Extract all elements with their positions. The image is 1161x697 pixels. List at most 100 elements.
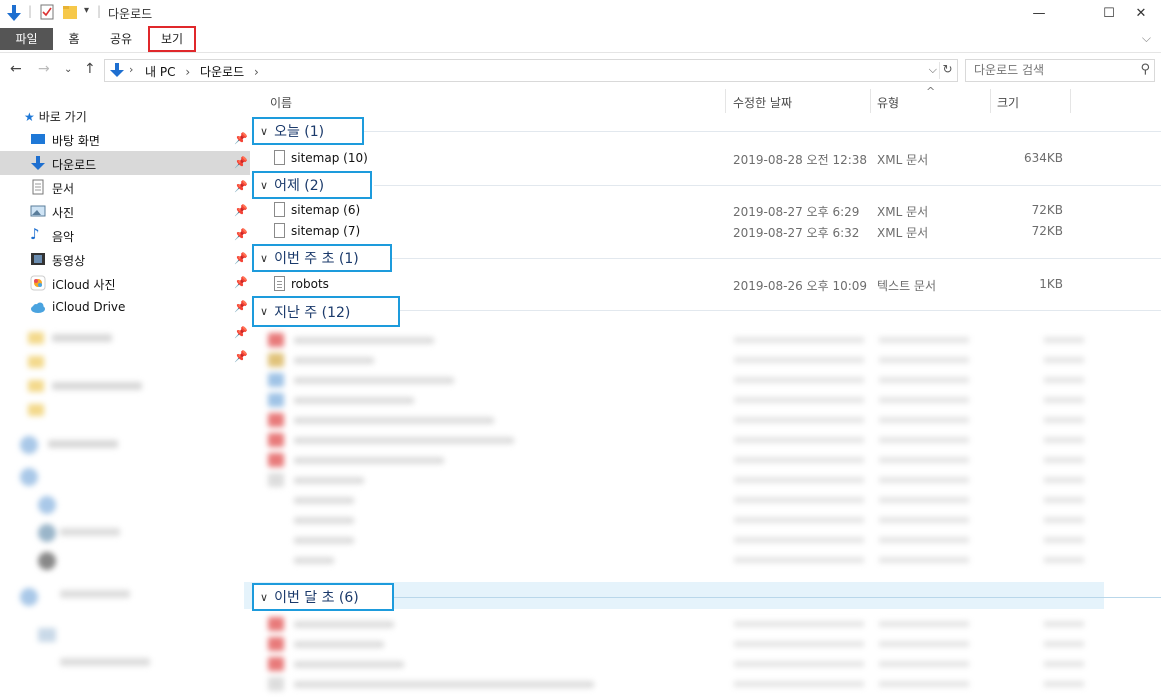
refresh-icon[interactable]: ↻ [939, 62, 955, 79]
sidebar-item-desktop[interactable]: 바탕 화면 📌 [0, 127, 250, 151]
sidebar-item-label: 문서 [52, 182, 75, 196]
breadcrumb-chevron-icon[interactable]: › [129, 63, 133, 76]
column-separator[interactable] [870, 89, 871, 113]
search-input[interactable] [974, 63, 1134, 77]
column-separator[interactable] [990, 89, 991, 113]
sidebar-item-downloads[interactable]: 다운로드 📌 [0, 151, 250, 175]
file-date: 2019-08-26 오후 10:09 [733, 279, 868, 293]
breadcrumb-this-pc[interactable]: 내 PC [145, 65, 175, 79]
sidebar-item-label: 음악 [52, 230, 75, 244]
sidebar-item-pictures[interactable]: 사진 📌 [0, 199, 250, 223]
column-separator[interactable] [1070, 89, 1071, 113]
pin-icon[interactable]: 📌 [234, 228, 248, 241]
blurred-file-rows [264, 615, 1104, 697]
file-date: 2019-08-27 오후 6:29 [733, 205, 860, 219]
column-header-date[interactable]: 수정한 날짜 [733, 94, 792, 111]
breadcrumb-chevron-icon[interactable]: › [185, 65, 190, 79]
blurred-file-rows [264, 331, 1104, 581]
breadcrumb-chevron-icon[interactable]: › [254, 65, 259, 79]
group-title: 어제 (2) [274, 178, 325, 194]
sidebar-item-videos[interactable]: 동영상 📌 [0, 247, 250, 271]
download-folder-icon [110, 63, 124, 77]
star-icon: ★ [24, 110, 35, 124]
separator: | [28, 4, 33, 18]
file-size: 634KB [1023, 151, 1063, 165]
tab-share[interactable]: 공유 [98, 26, 144, 52]
address-dropdown-icon[interactable]: ⌵ [929, 63, 937, 77]
chevron-down-icon[interactable]: ∨ [260, 305, 268, 318]
customize-toolbar-icon[interactable]: ▾ [84, 5, 89, 16]
file-date: 2019-08-27 오후 6:32 [733, 226, 860, 240]
quick-access-header[interactable]: ★ 바로 가기 [24, 108, 87, 125]
file-type: XML 문서 [877, 205, 929, 219]
properties-icon[interactable] [40, 4, 54, 20]
sidebar-item-icloud-drive[interactable]: iCloud Drive 📌 [0, 295, 250, 319]
file-row[interactable]: sitemap (7) 2019-08-27 오후 6:32 XML 문서 72… [250, 221, 1161, 242]
search-box[interactable]: ⚲ [965, 59, 1155, 82]
group-title: 이번 주 초 (1) [274, 251, 359, 267]
group-title: 오늘 (1) [274, 124, 325, 140]
group-header-earlier-this-week[interactable]: ∨ 이번 주 초 (1) [250, 244, 1161, 272]
pin-icon[interactable]: 📌 [234, 180, 248, 193]
column-header-type[interactable]: 유형 [877, 94, 899, 111]
pin-icon[interactable]: 📌 [234, 300, 248, 313]
sidebar-item-label: 다운로드 [52, 158, 97, 172]
file-row[interactable]: sitemap (10) 2019-08-28 오전 12:38 XML 문서 … [250, 148, 1161, 169]
file-name: sitemap (6) [291, 203, 361, 217]
sidebar-item-label: iCloud Drive [52, 300, 126, 314]
tab-file[interactable]: 파일 [0, 28, 53, 50]
minimize-button[interactable]: — [1016, 0, 1062, 26]
file-type: XML 문서 [877, 226, 929, 240]
breadcrumb: 내 PC › 다운로드 › [135, 63, 259, 80]
chevron-down-icon[interactable]: ∨ [260, 252, 268, 265]
quick-access-label: 바로 가기 [38, 110, 87, 124]
chevron-down-icon[interactable]: ∨ [260, 179, 268, 192]
sidebar-item-documents[interactable]: 문서 📌 [0, 175, 250, 199]
pin-icon[interactable]: 📌 [234, 132, 248, 145]
group-header-yesterday[interactable]: ∨ 어제 (2) [250, 171, 1161, 199]
column-header-size[interactable]: 크기 [997, 94, 1019, 111]
file-name: robots [291, 277, 329, 291]
close-button[interactable]: ✕ [1118, 0, 1161, 26]
chevron-down-icon[interactable]: ∨ [260, 591, 268, 604]
recent-locations-icon[interactable]: ⌄ [64, 64, 72, 75]
group-title: 이번 달 초 (6) [274, 590, 359, 606]
search-icon[interactable]: ⚲ [1140, 62, 1150, 77]
sort-caret-icon: ^ [926, 85, 936, 98]
chevron-down-icon[interactable]: ⌵ [1142, 31, 1151, 46]
pin-icon[interactable]: 📌 [234, 204, 248, 217]
pictures-icon [30, 205, 46, 217]
forward-arrow-icon[interactable]: → [38, 61, 50, 77]
file-icon [274, 202, 285, 217]
address-bar[interactable]: › 내 PC › 다운로드 › ⌵ ↻ [104, 59, 958, 82]
up-arrow-icon[interactable]: ↑ [84, 61, 96, 77]
new-folder-icon[interactable] [62, 4, 78, 20]
group-header-today[interactable]: ∨ 오늘 (1) [250, 117, 1161, 145]
icloud-drive-icon [31, 302, 45, 313]
download-arrow-icon[interactable] [6, 4, 22, 22]
chevron-down-icon[interactable]: ∨ [260, 125, 268, 138]
tab-home[interactable]: 홈 [56, 26, 92, 52]
file-date: 2019-08-28 오전 12:38 [733, 153, 868, 167]
file-size: 72KB [1031, 203, 1063, 217]
download-icon [31, 156, 45, 170]
text-file-icon [274, 276, 285, 291]
sidebar-item-music[interactable]: ♪ 음악 📌 [0, 223, 250, 247]
column-header-name[interactable]: 이름 [270, 94, 292, 111]
column-separator[interactable] [725, 89, 726, 113]
group-header-last-week[interactable]: ∨ 지난 주 (12) [250, 296, 1161, 327]
tab-view[interactable]: 보기 [148, 26, 196, 52]
pin-icon[interactable]: 📌 [234, 326, 248, 339]
pin-icon[interactable]: 📌 [234, 276, 248, 289]
file-row[interactable]: robots 2019-08-26 오후 10:09 텍스트 문서 1KB [250, 274, 1161, 295]
pin-icon[interactable]: 📌 [234, 252, 248, 265]
back-arrow-icon[interactable]: ← [10, 61, 22, 77]
file-row[interactable]: sitemap (6) 2019-08-27 오후 6:29 XML 문서 72… [250, 200, 1161, 221]
group-title: 지난 주 (12) [274, 304, 351, 321]
file-icon [274, 150, 285, 165]
breadcrumb-downloads[interactable]: 다운로드 [200, 65, 244, 79]
pin-icon[interactable]: 📌 [234, 156, 248, 169]
sidebar-item-icloud-photos[interactable]: iCloud 사진 📌 [0, 271, 250, 295]
group-header-earlier-this-month[interactable]: ∨ 이번 달 초 (6) [250, 583, 1161, 611]
pin-icon[interactable]: 📌 [234, 350, 248, 363]
